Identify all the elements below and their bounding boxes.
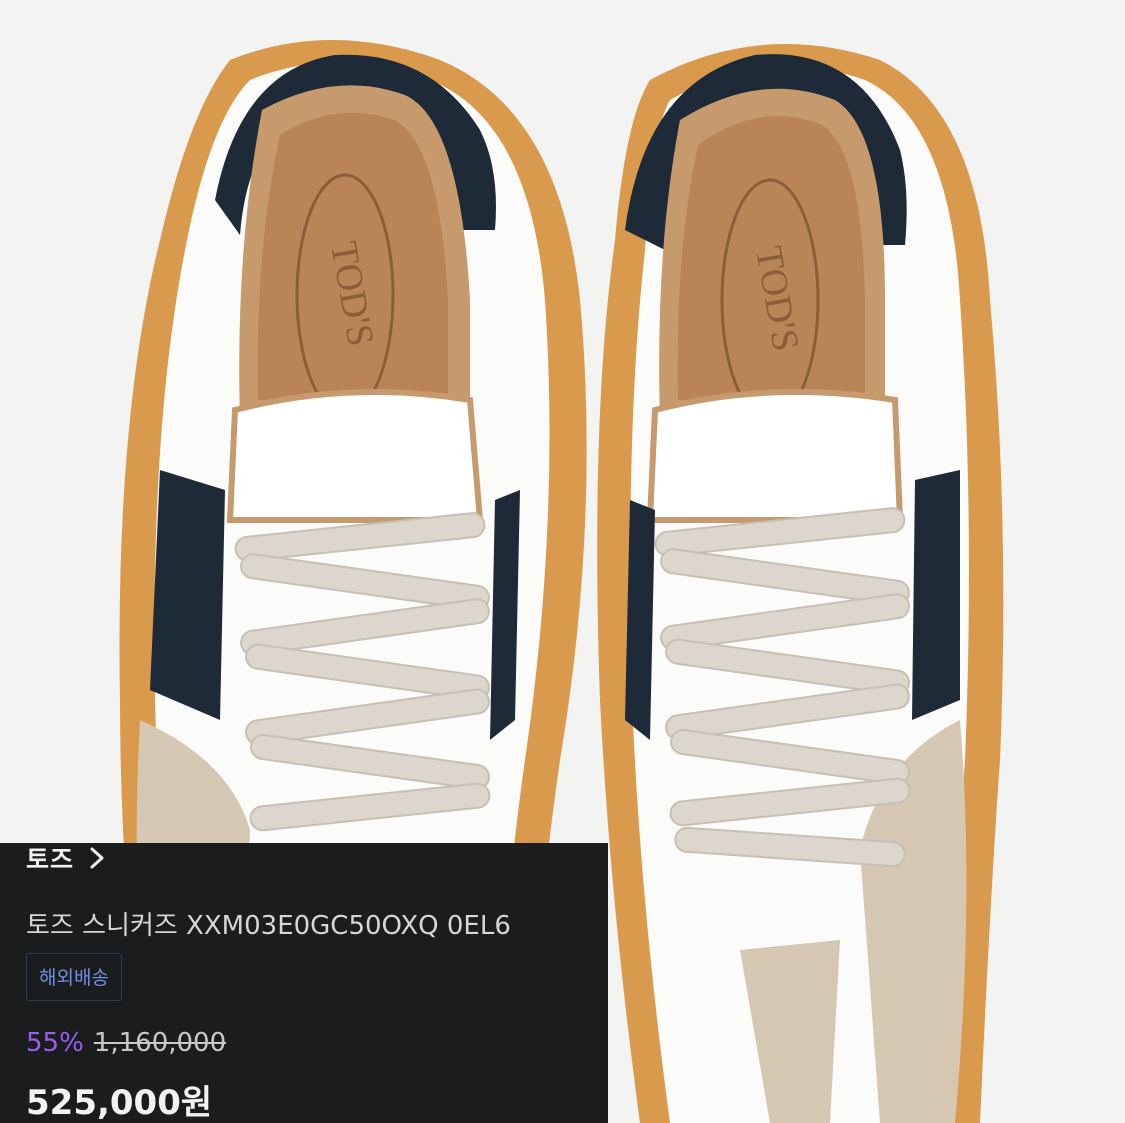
discount-rate: 55%: [26, 1028, 84, 1058]
right-shoe: TOD'S: [597, 44, 1004, 1123]
sale-price: 525,000원: [26, 1083, 213, 1123]
product-info-panel: 토즈 토즈 스니커즈 XXM03E0GC50OXQ 0EL6 해외배송 55% …: [0, 843, 608, 1123]
price-row: 55% 1,160,000: [26, 1028, 226, 1058]
product-card[interactable]: TOD'S TOD'S 토즈 토즈 스니커즈 XXM03E0GC50OXQ 0E…: [0, 0, 1125, 1123]
brand-link[interactable]: 토즈: [26, 840, 106, 876]
product-title[interactable]: 토즈 스니커즈 XXM03E0GC50OXQ 0EL6: [26, 905, 511, 942]
chevron-right-icon[interactable]: [88, 847, 106, 869]
overseas-shipping-badge: 해외배송: [26, 953, 122, 1001]
brand-name[interactable]: 토즈: [26, 840, 74, 876]
original-price: 1,160,000: [93, 1028, 227, 1058]
